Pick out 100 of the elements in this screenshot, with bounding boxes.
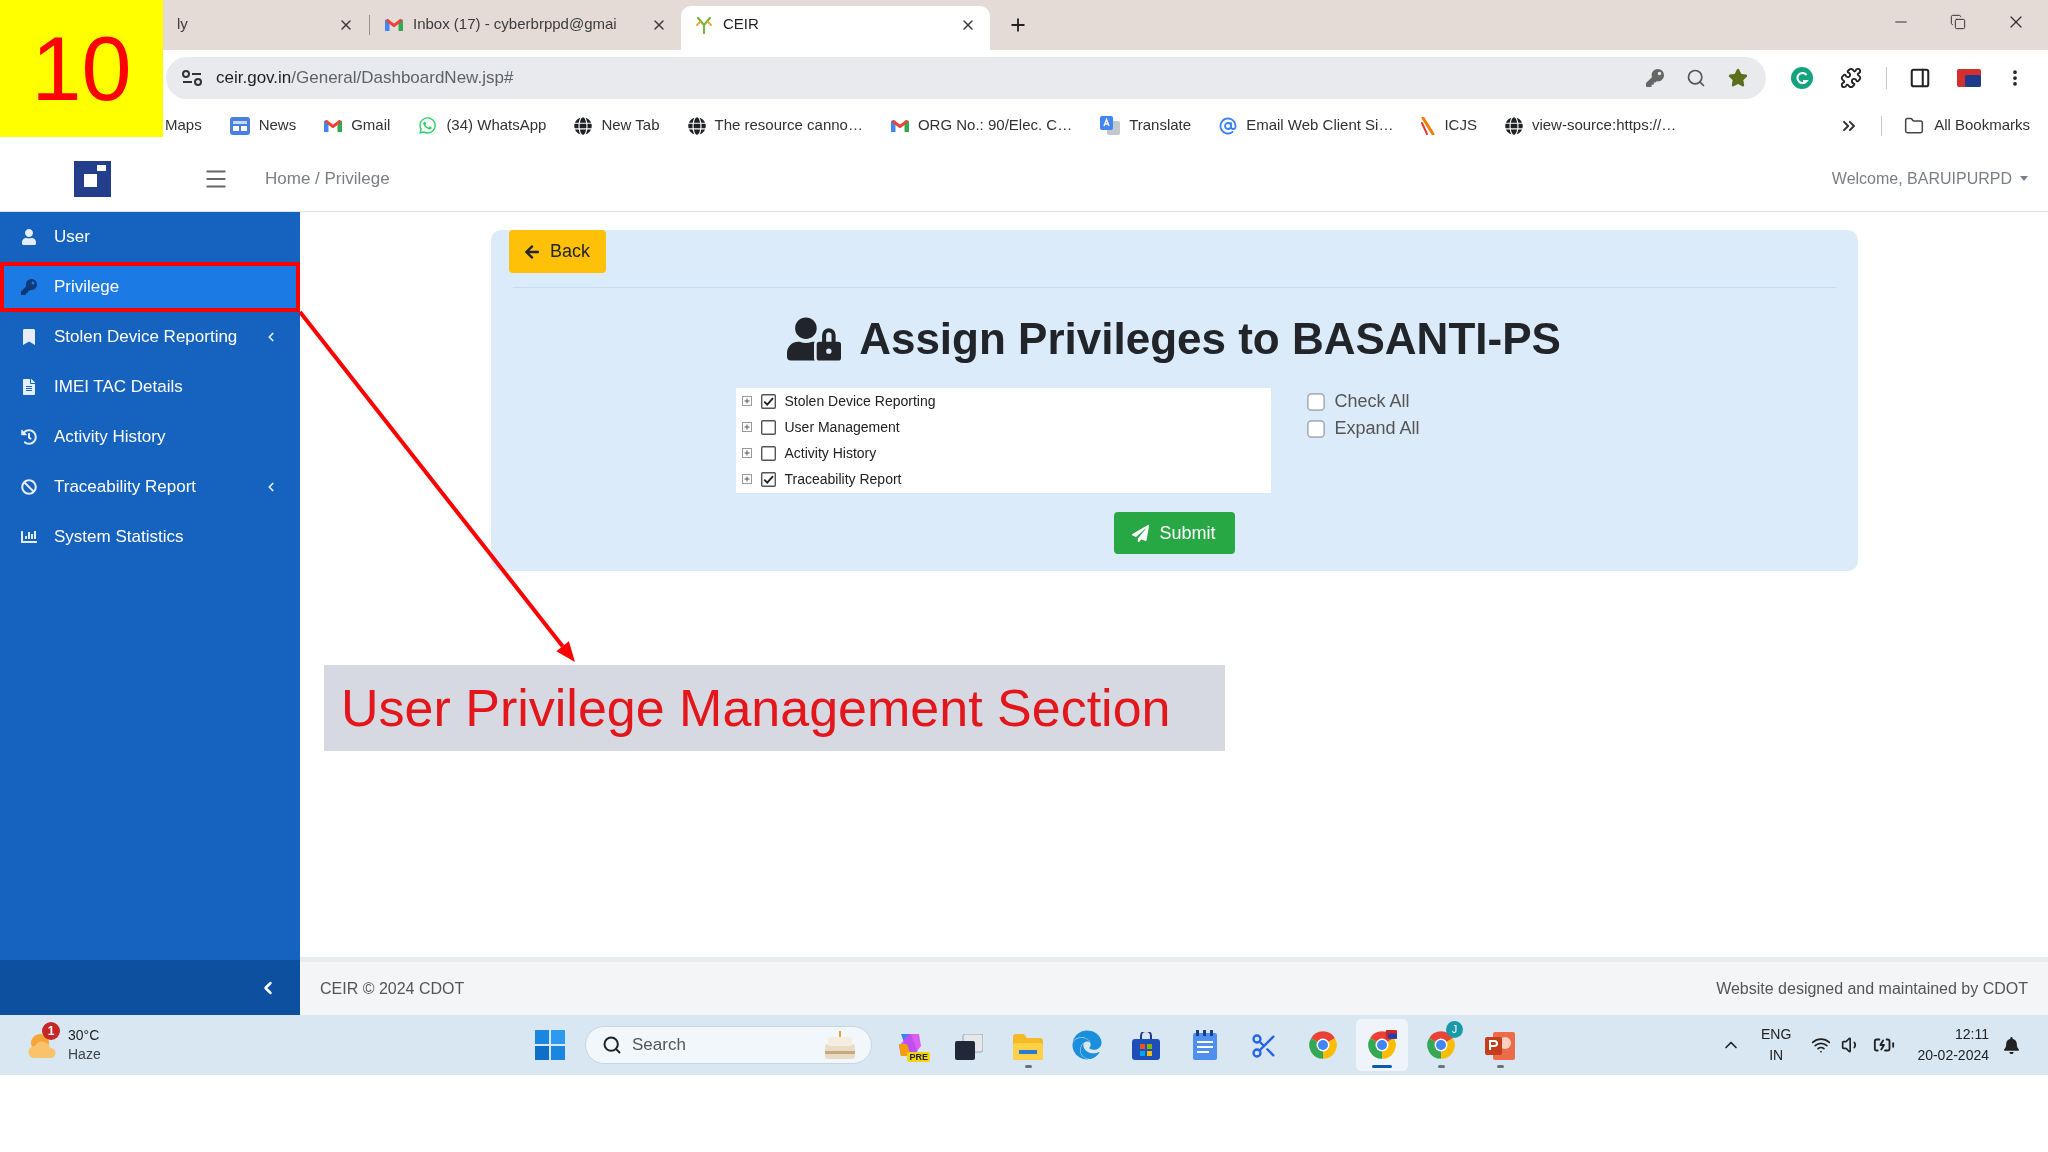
- browser-tab[interactable]: ly: [163, 6, 368, 50]
- search-bar[interactable]: Search: [585, 1026, 872, 1064]
- date-text: 20-02-2024: [1917, 1046, 1989, 1065]
- option-label[interactable]: Check All: [1334, 388, 1410, 415]
- option-label[interactable]: Expand All: [1334, 415, 1420, 442]
- clock[interactable]: 12:11 20-02-2024: [1917, 1024, 1989, 1066]
- sprout-icon: [695, 15, 713, 34]
- folder-icon: [1013, 1034, 1043, 1060]
- sidebar-item[interactable]: Activity History: [0, 412, 300, 462]
- tree-label[interactable]: Activity History: [784, 442, 877, 464]
- plus-box-icon[interactable]: [741, 448, 752, 458]
- mail-icon: [324, 118, 343, 133]
- app-badge: PRE: [907, 1052, 930, 1062]
- user-icon: [21, 229, 37, 245]
- page-heading: Assign Privileges to BASANTI-PS: [859, 313, 1561, 365]
- plus-box-icon[interactable]: [741, 474, 752, 484]
- copyright-text: CEIR © 2024 CDOT: [320, 978, 465, 999]
- slash-icon: [1421, 116, 1436, 135]
- language-indicator[interactable]: ENG IN: [1761, 1024, 1792, 1066]
- star-icon[interactable]: [1728, 67, 1748, 88]
- puzzle-icon[interactable]: [1840, 66, 1862, 89]
- back-button[interactable]: Back: [508, 230, 606, 273]
- bookmark-button[interactable]: Maps: [165, 114, 202, 137]
- browser-tab[interactable]: Inbox (17) - cyberbrppd@gmai: [371, 6, 681, 50]
- running-indicator: [1496, 1065, 1504, 1068]
- bookmark-button[interactable]: ICJS: [1421, 114, 1477, 137]
- all-bookmarks-button[interactable]: All Bookmarks: [1904, 114, 2030, 137]
- panel-icon[interactable]: [1909, 66, 1931, 89]
- language-code: ENG: [1761, 1025, 1792, 1044]
- bookmark-button[interactable]: Translate: [1100, 114, 1192, 137]
- at-sign-icon: [1219, 116, 1238, 135]
- sidebar-item[interactable]: System Statistics: [0, 512, 300, 562]
- breadcrumb: Home / Privilege: [265, 167, 390, 190]
- scissors-icon: [1250, 1032, 1278, 1060]
- address-bar[interactable]: ceir.gov.in/General/DashboardNew.jsp#: [166, 56, 1766, 99]
- history-icon: [21, 429, 37, 445]
- bookmark-button[interactable]: ORG No.: 90/Elec. C…: [890, 114, 1073, 137]
- browser-tab[interactable]: CEIR: [681, 6, 990, 50]
- sidebar-item[interactable]: Stolen Device Reporting: [0, 312, 300, 362]
- checkbox[interactable]: [760, 471, 776, 487]
- wifi-icon[interactable]: [1811, 1035, 1832, 1055]
- time-text: 12:11: [1955, 1025, 1989, 1044]
- running-indicator: [1372, 1065, 1392, 1068]
- shopping-bag-icon: [1132, 1032, 1160, 1060]
- windows-icon: [535, 1030, 565, 1060]
- globe-icon: [574, 116, 593, 135]
- language-region: IN: [1769, 1046, 1784, 1065]
- avatar-icon[interactable]: [1957, 68, 1981, 87]
- browser-logo-icon: [1367, 1030, 1397, 1060]
- avatar-badge: J: [1446, 1021, 1463, 1038]
- key-icon[interactable]: [1646, 68, 1664, 87]
- mail-icon: [890, 118, 909, 133]
- tree-label[interactable]: User Management: [784, 416, 900, 438]
- checkbox[interactable]: [760, 419, 776, 435]
- bookmark-icon: [21, 329, 37, 345]
- running-indicator: [1437, 1065, 1445, 1068]
- tree-label[interactable]: Traceability Report: [784, 468, 902, 490]
- folder-icon: [1904, 115, 1925, 136]
- caret-icon: [2020, 176, 2028, 181]
- restore-icon[interactable]: [1950, 14, 1966, 30]
- plus-icon[interactable]: [1008, 15, 1028, 35]
- taskbar-button[interactable]: PRE: [884, 1019, 936, 1071]
- paper-plane-icon: [1132, 524, 1150, 542]
- checkbox[interactable]: [760, 445, 776, 461]
- translate-icon: [1100, 116, 1121, 135]
- magnifier-icon[interactable]: [1686, 67, 1706, 88]
- document-icon: [21, 379, 37, 395]
- sidebar-item[interactable]: IMEI TAC Details: [0, 362, 300, 412]
- user-menu[interactable]: Welcome, BARUIPURPD: [1831, 166, 2028, 191]
- bookmark-button[interactable]: News: [229, 114, 297, 137]
- bar-chart-icon: [21, 529, 37, 545]
- tune-icon[interactable]: [182, 69, 202, 86]
- bookmark-button[interactable]: (34) WhatsApp: [418, 114, 547, 137]
- globe-icon: [687, 116, 706, 135]
- checkbox[interactable]: [760, 393, 776, 409]
- bookmark-button[interactable]: view-source:https://…: [1504, 114, 1677, 137]
- plus-box-icon[interactable]: [741, 396, 752, 406]
- bookmark-button[interactable]: The resource canno…: [687, 114, 863, 137]
- bell-icon[interactable]: [2003, 1036, 2020, 1054]
- phone-bubble-icon: [418, 116, 438, 135]
- tree-label[interactable]: Stolen Device Reporting: [784, 390, 936, 412]
- sidebar-item[interactable]: User: [0, 212, 300, 262]
- taskbar-button[interactable]: [1356, 1019, 1408, 1071]
- stacked-squares-icon: [955, 1034, 983, 1060]
- bookmark-button[interactable]: Email Web Client Si…: [1219, 114, 1394, 137]
- url-text: ceir.gov.in/General/DashboardNew.jsp#: [216, 66, 514, 89]
- bookmark-button[interactable]: Gmail: [324, 114, 391, 137]
- bookmark-button[interactable]: New Tab: [574, 114, 660, 137]
- step-badge: 10: [0, 0, 163, 137]
- sidebar-item[interactable]: Traceability Report: [0, 462, 300, 512]
- checkbox[interactable]: [1306, 392, 1325, 411]
- newspaper-icon: [229, 116, 250, 135]
- running-indicator: [1024, 1065, 1032, 1068]
- checkbox[interactable]: [1306, 419, 1325, 438]
- plus-box-icon[interactable]: [741, 422, 752, 432]
- search-icon: [602, 1035, 622, 1055]
- logo-icon[interactable]: [74, 160, 111, 197]
- search-field[interactable]: Search: [632, 1032, 782, 1058]
- weather-text: Haze: [68, 1045, 101, 1064]
- globe-icon: [1504, 116, 1523, 135]
